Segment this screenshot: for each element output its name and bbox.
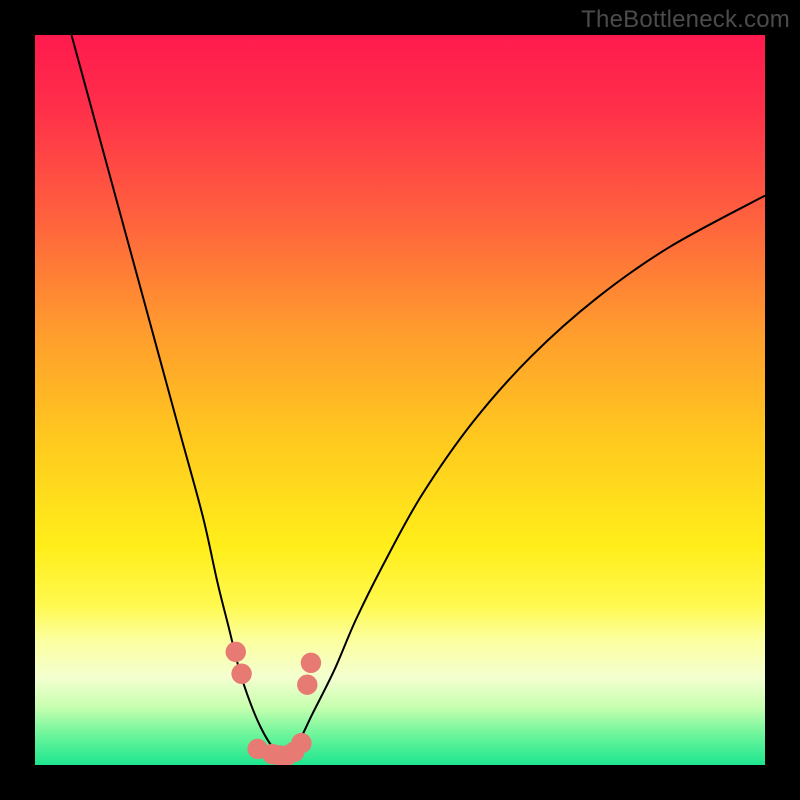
chart-svg bbox=[35, 35, 765, 765]
data-point bbox=[297, 674, 317, 694]
data-point bbox=[301, 653, 321, 673]
data-point bbox=[226, 642, 246, 662]
chart-plot-area bbox=[35, 35, 765, 765]
watermark-text: TheBottleneck.com bbox=[581, 6, 790, 34]
gradient-background bbox=[35, 35, 765, 765]
data-point bbox=[291, 733, 311, 753]
outer-frame: TheBottleneck.com bbox=[0, 0, 800, 800]
data-point bbox=[231, 664, 251, 684]
